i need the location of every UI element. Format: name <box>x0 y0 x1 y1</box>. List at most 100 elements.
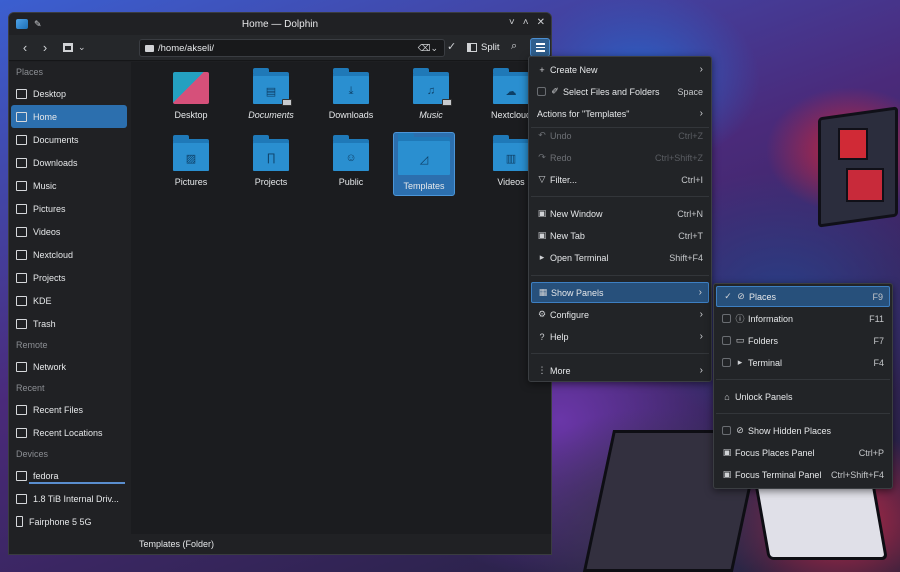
sidebar-item-label: Recent Files <box>33 404 84 415</box>
menu-separator <box>716 413 890 414</box>
file-item-pictures[interactable]: ▨ Pictures <box>156 135 226 187</box>
sidebar-item-downloads[interactable]: Downloads <box>9 151 127 174</box>
location-bar[interactable]: /home/akseli/ ⌫⌄ <box>139 39 445 57</box>
show-panels-submenu: ✓ ⊘ Places F9 ⓘ Information F11 ▭ Folders F7 ▸ T… <box>713 283 893 489</box>
dolphin-app-icon[interactable] <box>16 19 28 29</box>
sidebar-item-kde[interactable]: KDE <box>9 289 127 312</box>
kde-icon <box>16 295 27 306</box>
checkbox[interactable] <box>537 87 546 96</box>
file-item-desktop[interactable]: Desktop <box>156 72 226 120</box>
menu-item-label: Help <box>550 331 569 342</box>
menu-item-actions-for-templates[interactable]: Actions for "Templates" › <box>531 103 709 124</box>
sidebar-item-music[interactable]: Music <box>9 174 127 197</box>
sidebar-item-trash[interactable]: Trash <box>9 312 127 335</box>
checkbox[interactable] <box>722 426 731 435</box>
section-devices: Devices <box>16 449 49 459</box>
checkbox[interactable] <box>722 314 731 323</box>
split-button[interactable]: Split <box>467 42 499 53</box>
sidebar-item-label: Network <box>33 361 67 372</box>
menu-item-create-new[interactable]: + Create New › <box>531 59 709 80</box>
menu-item-select-files[interactable]: ✐ Select Files and Folders Space <box>531 81 709 102</box>
file-item-documents[interactable]: ▤ Documents <box>236 68 306 120</box>
sidebar-item-internal-drive[interactable]: 1.8 TiB Internal Driv... <box>9 487 127 510</box>
main-toolbar: ‹ › ⌄ /home/akseli/ ⌫⌄ ✓ Split ⌕ <box>9 35 551 61</box>
menu-item-show-panels[interactable]: ▦ Show Panels › <box>531 282 709 303</box>
menu-separator <box>531 196 709 197</box>
close-button[interactable]: ✕ <box>537 17 545 28</box>
sidebar-item-desktop[interactable]: Desktop <box>9 82 127 105</box>
split-label: Split <box>481 42 500 53</box>
terminal-icon: ▸ <box>539 252 545 262</box>
wallpaper-red-block <box>846 168 884 202</box>
menu-item-new-tab[interactable]: ▣ New Tab Ctrl+T <box>531 225 709 246</box>
sidebar-item-label: Nextcloud <box>33 249 74 260</box>
checkbox[interactable] <box>722 336 731 345</box>
folder-icon <box>145 44 154 52</box>
hamburger-menu: + Create New › ✐ Select Files and Folders Sp… <box>528 56 712 382</box>
hidden-icon: ⊘ <box>736 425 744 435</box>
file-name: Projects <box>254 177 288 187</box>
sidebar-item-recent-locations[interactable]: Recent Locations <box>9 421 127 444</box>
sidebar-item-label: Fairphone 5 5G <box>29 516 92 527</box>
new-window-icon: ▣ <box>537 208 547 218</box>
back-button[interactable]: ‹ <box>15 40 35 55</box>
menu-item-unlock-panels[interactable]: ⌂ Unlock Panels <box>716 386 890 407</box>
file-item-music[interactable]: ♫ Music <box>396 68 466 120</box>
recent-locations-icon <box>16 427 27 438</box>
sidebar-item-pictures[interactable]: Pictures <box>9 197 127 220</box>
sidebar-item-home[interactable]: Home <box>11 105 127 128</box>
sidebar-item-nextcloud[interactable]: Nextcloud <box>9 243 127 266</box>
file-item-projects[interactable]: ∏ Projects <box>236 135 306 187</box>
sidebar-item-documents[interactable]: Documents <box>9 128 127 151</box>
sidebar-item-fedora[interactable]: fedora <box>9 464 127 487</box>
forward-button[interactable]: › <box>35 40 55 55</box>
menu-item-open-terminal[interactable]: ▸ Open Terminal Shift+F4 <box>531 247 709 268</box>
music-folder-icon: ♫ <box>413 68 452 106</box>
menu-item-label: More <box>550 365 571 376</box>
clear-location-icon[interactable]: ⌫⌄ <box>418 43 438 54</box>
downloads-folder-icon: ⤓ <box>333 68 369 104</box>
sidebar-item-projects[interactable]: Projects <box>9 266 127 289</box>
menu-item-focus-terminal-panel[interactable]: ▣ Focus Terminal Panel Ctrl+Shift+F4 <box>716 464 890 485</box>
menu-item-help[interactable]: ? Help › <box>531 326 709 347</box>
menu-item-new-window[interactable]: ▣ New Window Ctrl+N <box>531 203 709 224</box>
sidebar-item-label: Pictures <box>33 203 66 214</box>
sidebar-item-videos[interactable]: Videos <box>9 220 127 243</box>
menu-item-folders-panel[interactable]: ▭ Folders F7 <box>716 330 890 351</box>
menu-item-focus-places-panel[interactable]: ▣ Focus Places Panel Ctrl+P <box>716 442 890 463</box>
file-item-public[interactable]: ☺ Public <box>316 135 386 187</box>
menu-item-redo[interactable]: ↷ Redo Ctrl+Shift+Z <box>531 147 709 168</box>
home-icon <box>16 111 27 122</box>
checkbox[interactable] <box>722 358 731 367</box>
sidebar-item-recent-files[interactable]: Recent Files <box>9 398 127 421</box>
menu-item-undo[interactable]: ↶ Undo Ctrl+Z <box>531 125 709 146</box>
sidebar-item-fairphone[interactable]: Fairphone 5 5G <box>9 510 127 533</box>
shortcut-label: F9 <box>872 291 883 302</box>
shortcut-label: F11 <box>869 313 884 324</box>
menu-item-terminal-panel[interactable]: ▸ Terminal F4 <box>716 352 890 373</box>
hamburger-menu-button[interactable] <box>530 38 550 57</box>
projects-icon <box>16 272 27 283</box>
pin-icon[interactable]: ✎ <box>34 19 42 30</box>
file-name: Templates <box>403 181 445 191</box>
help-icon: ? <box>539 331 545 342</box>
menu-item-filter[interactable]: ▽ Filter... Ctrl+I <box>531 169 709 190</box>
maximize-button[interactable]: ˄ <box>523 17 529 28</box>
menu-item-configure[interactable]: ⚙ Configure › <box>531 304 709 325</box>
minimize-button[interactable]: ˅ <box>509 17 515 28</box>
menu-item-show-hidden-places[interactable]: ⊘ Show Hidden Places <box>716 420 890 441</box>
menu-item-label: Places <box>749 291 777 302</box>
file-item-templates[interactable]: ◿ Templates <box>393 132 455 196</box>
search-button[interactable]: ⌕ <box>511 40 517 53</box>
sidebar-item-network[interactable]: Network <box>9 355 127 378</box>
location-path[interactable]: /home/akseli/ <box>158 43 214 54</box>
menu-item-places-panel[interactable]: ✓ ⊘ Places F9 <box>716 286 890 307</box>
file-view[interactable]: Desktop ▤ Documents ⤓ Downloads ♫ Music … <box>131 62 551 536</box>
gear-icon: ⚙ <box>537 309 547 319</box>
menu-item-more[interactable]: ⋮ More › <box>531 360 709 381</box>
confirm-location-button[interactable]: ✓ <box>447 40 456 53</box>
menu-item-information-panel[interactable]: ⓘ Information F11 <box>716 308 890 329</box>
view-mode-button[interactable]: ⌄ <box>63 42 86 53</box>
file-name: Pictures <box>174 177 208 187</box>
file-item-downloads[interactable]: ⤓ Downloads <box>316 68 386 120</box>
